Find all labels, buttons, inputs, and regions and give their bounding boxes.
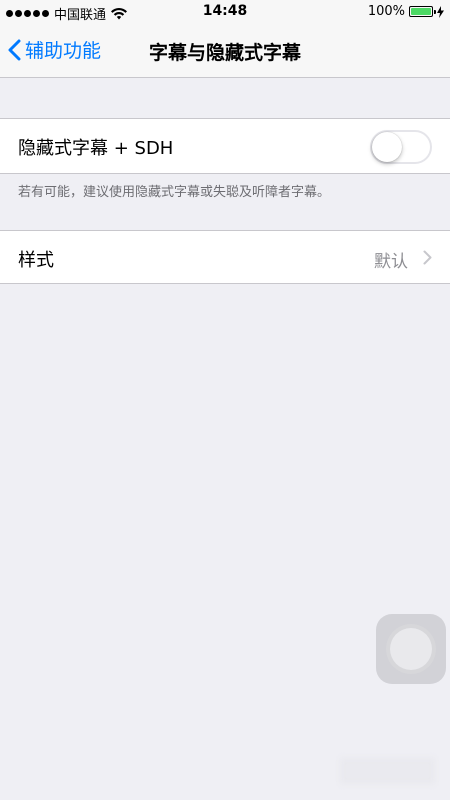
battery-icon: [409, 6, 436, 17]
closed-captions-label: 隐藏式字幕 + SDH: [18, 138, 174, 159]
battery-level-fill: [411, 8, 431, 15]
style-label: 样式: [18, 250, 54, 271]
style-value: 默认: [374, 252, 408, 272]
back-button-label: 辅助功能: [25, 40, 102, 62]
chevron-left-icon: [8, 39, 21, 60]
toggle-knob: [372, 132, 402, 162]
assistive-touch-icon: [390, 628, 432, 670]
assistive-touch-button[interactable]: [376, 614, 446, 684]
closed-captions-footer: 若有可能，建议使用隐藏式字幕或失聪及听障者字幕。: [18, 185, 331, 200]
charging-icon: [437, 5, 444, 18]
blurred-watermark: [340, 758, 435, 784]
screen: 中国联通 14:48 100% 辅助功能 字幕与隐藏式字幕 隐藏式字幕 + SD…: [0, 0, 450, 800]
status-right: 100%: [368, 4, 444, 19]
style-cell[interactable]: 样式 默认: [0, 230, 450, 284]
closed-captions-toggle[interactable]: [370, 130, 432, 164]
status-bar: 中国联通 14:48 100%: [0, 0, 450, 26]
chevron-right-icon: [423, 250, 432, 265]
navigation-bar: 辅助功能 字幕与隐藏式字幕: [0, 26, 450, 78]
back-button[interactable]: 辅助功能: [8, 36, 101, 63]
closed-captions-cell: 隐藏式字幕 + SDH: [0, 118, 450, 174]
battery-percent: 100%: [367, 4, 405, 19]
